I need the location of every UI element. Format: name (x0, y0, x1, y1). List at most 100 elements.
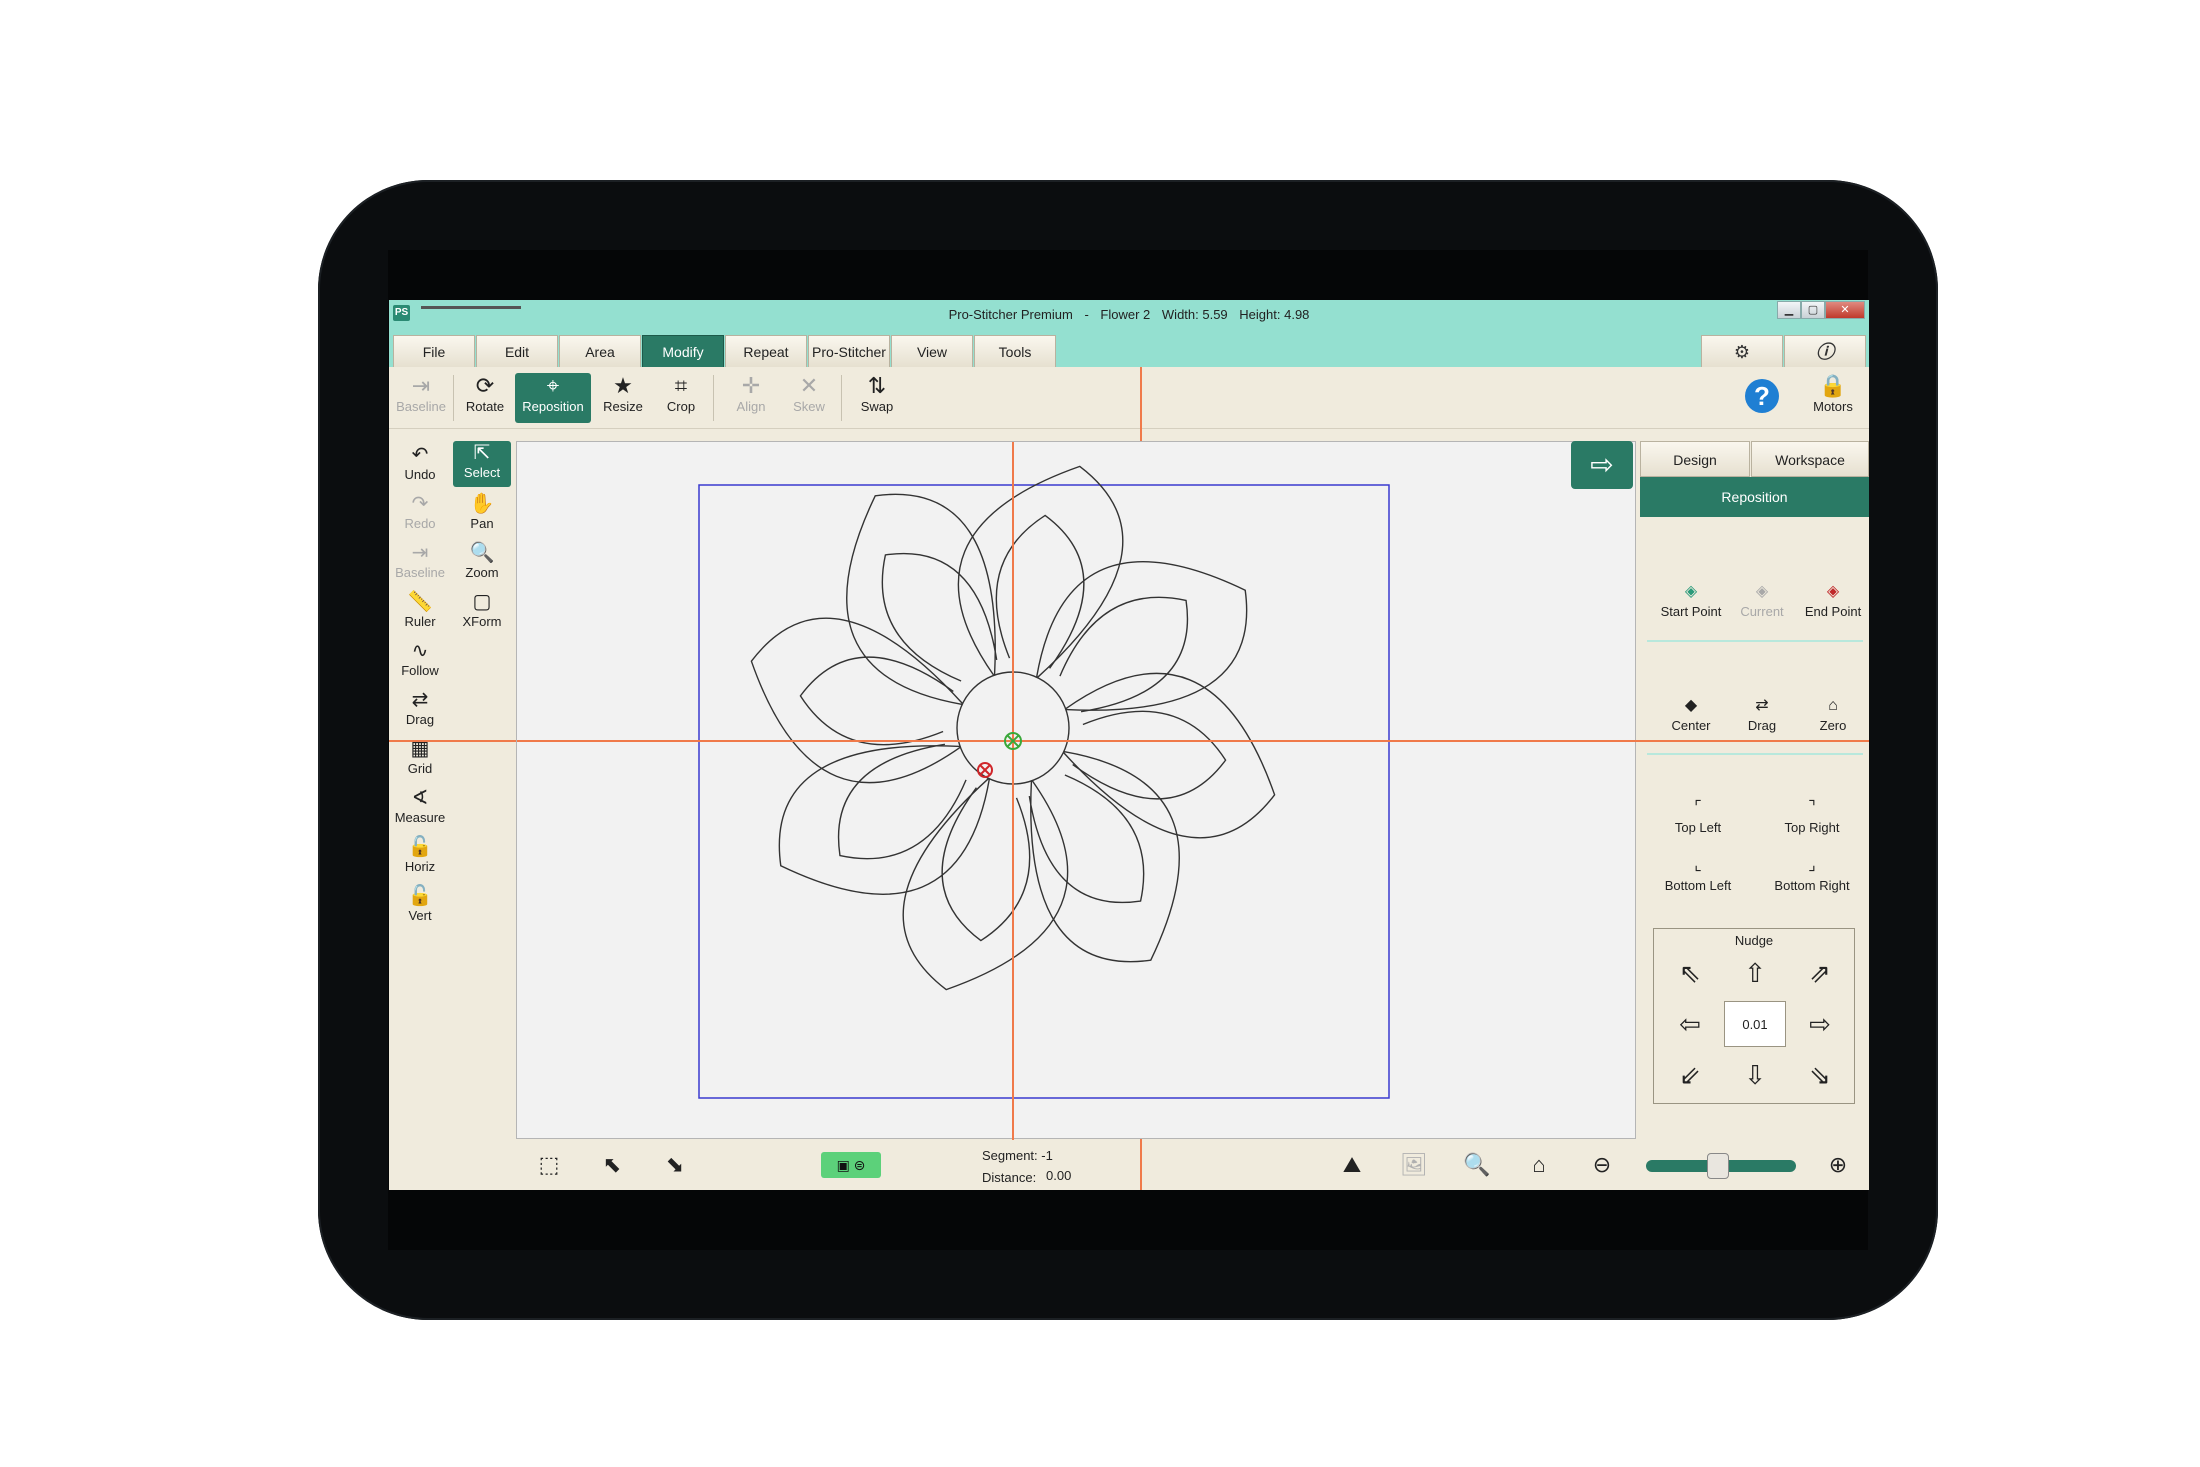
landscape-icon: ⛰ (1342, 1152, 1362, 1177)
crosshair-vertical-extension (1140, 367, 1142, 441)
tab-edit[interactable]: Edit (476, 335, 558, 367)
redo-button[interactable]: ↷ Redo (393, 492, 447, 538)
lock-horizontal-icon: 🔓 (407, 836, 433, 858)
undo-button[interactable]: ↶ Undo (393, 443, 447, 489)
home-view-button[interactable]: ⌂ (1524, 1150, 1554, 1180)
tab-repeat[interactable]: Repeat (725, 335, 807, 367)
horiz-lock-button[interactable]: 🔓 Horiz (393, 835, 447, 881)
baseline-ribbon-button[interactable]: ⇥ Baseline (393, 373, 449, 423)
maximize-button[interactable]: ▢ (1801, 301, 1825, 319)
right-panel-tabs: Design Workspace (1640, 441, 1869, 477)
info-button[interactable]: ⓘ (1784, 335, 1866, 367)
flower-petal (1035, 561, 1248, 711)
tab-file[interactable]: File (393, 335, 475, 367)
baseline-icon: ⇥ (411, 373, 431, 398)
panel-title: Reposition (1640, 477, 1869, 517)
select-cursor-icon: ⇱ (473, 442, 491, 464)
nudge-right-button[interactable]: ⇨ (1800, 1004, 1840, 1044)
nudge-up-left-button[interactable]: ⇖ (1670, 953, 1710, 993)
resize-button[interactable]: ★ Resize (595, 373, 651, 423)
fit-design-button[interactable]: ⛰ (1337, 1150, 1367, 1180)
rotate-button[interactable]: ⟳ Rotate (457, 373, 513, 423)
ribbon-divider (713, 375, 714, 421)
window-title: Pro-Stitcher Premium - Flower 2 Width: 5… (389, 307, 1869, 322)
nudge-down-button[interactable]: ⇩ (1735, 1055, 1775, 1095)
reposition-button[interactable]: ⌖ Reposition (515, 373, 591, 423)
end-point-button[interactable]: ◈ End Point (1793, 580, 1869, 628)
flower-petal (1030, 750, 1180, 963)
zoom-in-icon: ⊕ (1828, 1152, 1848, 1177)
align-icon: ✛ (741, 373, 761, 398)
nudge-amount-field[interactable]: 0.01 (1724, 1001, 1786, 1047)
bottom-left-button[interactable]: ⌞ Bottom Left (1649, 854, 1747, 902)
ribbon-divider (841, 375, 842, 421)
xform-button[interactable]: ▢ XForm (455, 590, 509, 636)
bottom-right-button[interactable]: ⌟ Bottom Right (1761, 854, 1863, 902)
swap-button[interactable]: ⇅ Swap (849, 373, 905, 423)
close-button[interactable]: ✕ (1825, 301, 1865, 319)
background-image-button[interactable]: 🖼 (1399, 1150, 1429, 1180)
align-button[interactable]: ✛ Align (723, 373, 779, 423)
zoom-slider-handle[interactable] (1707, 1153, 1729, 1179)
flower-petal (846, 493, 996, 706)
zoom-out-icon: ⊖ (1592, 1152, 1612, 1177)
arrow-nw-icon: ⬉ (602, 1152, 622, 1177)
minimize-button[interactable]: ▁ (1777, 301, 1801, 319)
pan-button[interactable]: ✋ Pan (455, 492, 509, 538)
sewing-mode-toggle[interactable]: ▣ ⊜ (821, 1152, 881, 1178)
next-node-button[interactable]: ⬊ (660, 1150, 690, 1180)
zoom-button[interactable]: 🔍 Zoom (455, 541, 509, 587)
zoom-out-button[interactable]: ⊖ (1587, 1150, 1617, 1180)
target-icon: ⌖ (546, 373, 560, 398)
tab-pro-stitcher[interactable]: Pro-Stitcher (808, 335, 890, 367)
start-point-button[interactable]: ◈ Start Point (1651, 580, 1731, 628)
design-canvas[interactable] (516, 441, 1637, 1140)
help-icon[interactable]: ? (1745, 379, 1779, 413)
follow-button[interactable]: ∿ Follow (393, 639, 447, 685)
skew-button[interactable]: ✕ Skew (781, 373, 837, 423)
panel-divider (1647, 753, 1863, 755)
panel-divider (1647, 640, 1863, 642)
tab-workspace[interactable]: Workspace (1751, 441, 1869, 477)
drag-position-button[interactable]: ⇄ Drag (1722, 694, 1802, 742)
design-height: Height: 4.98 (1239, 307, 1310, 322)
tab-area[interactable]: Area (559, 335, 641, 367)
grid-button[interactable]: ▦ Grid (393, 737, 447, 783)
gear-icon: ⚙ (1733, 342, 1751, 362)
settings-button[interactable]: ⚙ (1701, 335, 1783, 367)
zoom-actual-button[interactable]: 🔍 (1462, 1150, 1492, 1180)
vert-lock-button[interactable]: 🔓 Vert (393, 884, 447, 930)
nudge-up-right-button[interactable]: ⇗ (1800, 953, 1840, 993)
crop-button[interactable]: ⌗ Crop (653, 373, 709, 423)
center-button[interactable]: ◆ Center (1651, 694, 1731, 742)
previous-node-button[interactable]: ⬉ (597, 1150, 627, 1180)
select-button[interactable]: ⇱ Select (453, 441, 511, 487)
tab-tools[interactable]: Tools (974, 335, 1056, 367)
star-icon: ★ (613, 373, 633, 398)
center-icon: ◆ (1684, 697, 1698, 714)
panel-toggle-button[interactable]: ⇨ (1571, 441, 1633, 489)
tab-design[interactable]: Design (1640, 441, 1750, 477)
measure-button[interactable]: ∢ Measure (393, 786, 447, 832)
bounding-box (698, 484, 1390, 1099)
ruler-button[interactable]: 📏 Ruler (393, 590, 447, 636)
zero-button[interactable]: ⌂ Zero (1793, 694, 1869, 742)
nudge-title: Nudge (1734, 933, 1774, 948)
tab-modify[interactable]: Modify (642, 335, 724, 367)
nudge-left-button[interactable]: ⇦ (1670, 1004, 1710, 1044)
baseline-button[interactable]: ⇥ Baseline (393, 541, 447, 587)
select-tool-status-button[interactable]: ⬚ (534, 1150, 564, 1180)
tab-view[interactable]: View (891, 335, 973, 367)
top-left-button[interactable]: ⌜ Top Left (1653, 796, 1743, 844)
nudge-up-button[interactable]: ⇧ (1735, 953, 1775, 993)
current-point-icon: ◈ (1755, 583, 1769, 600)
top-right-button[interactable]: ⌝ Top Right (1765, 796, 1859, 844)
nudge-down-right-button[interactable]: ⇘ (1800, 1055, 1840, 1095)
current-button[interactable]: ◈ Current (1722, 580, 1802, 628)
drag-button[interactable]: ⇄ Drag (393, 688, 447, 734)
zoom-in-button[interactable]: ⊕ (1823, 1150, 1853, 1180)
app-name: Pro-Stitcher Premium (948, 307, 1073, 322)
arrow-right-icon: ⇨ (1590, 449, 1614, 480)
nudge-down-left-button[interactable]: ⇙ (1670, 1055, 1710, 1095)
motors-button[interactable]: 🔒 Motors (1805, 373, 1861, 414)
